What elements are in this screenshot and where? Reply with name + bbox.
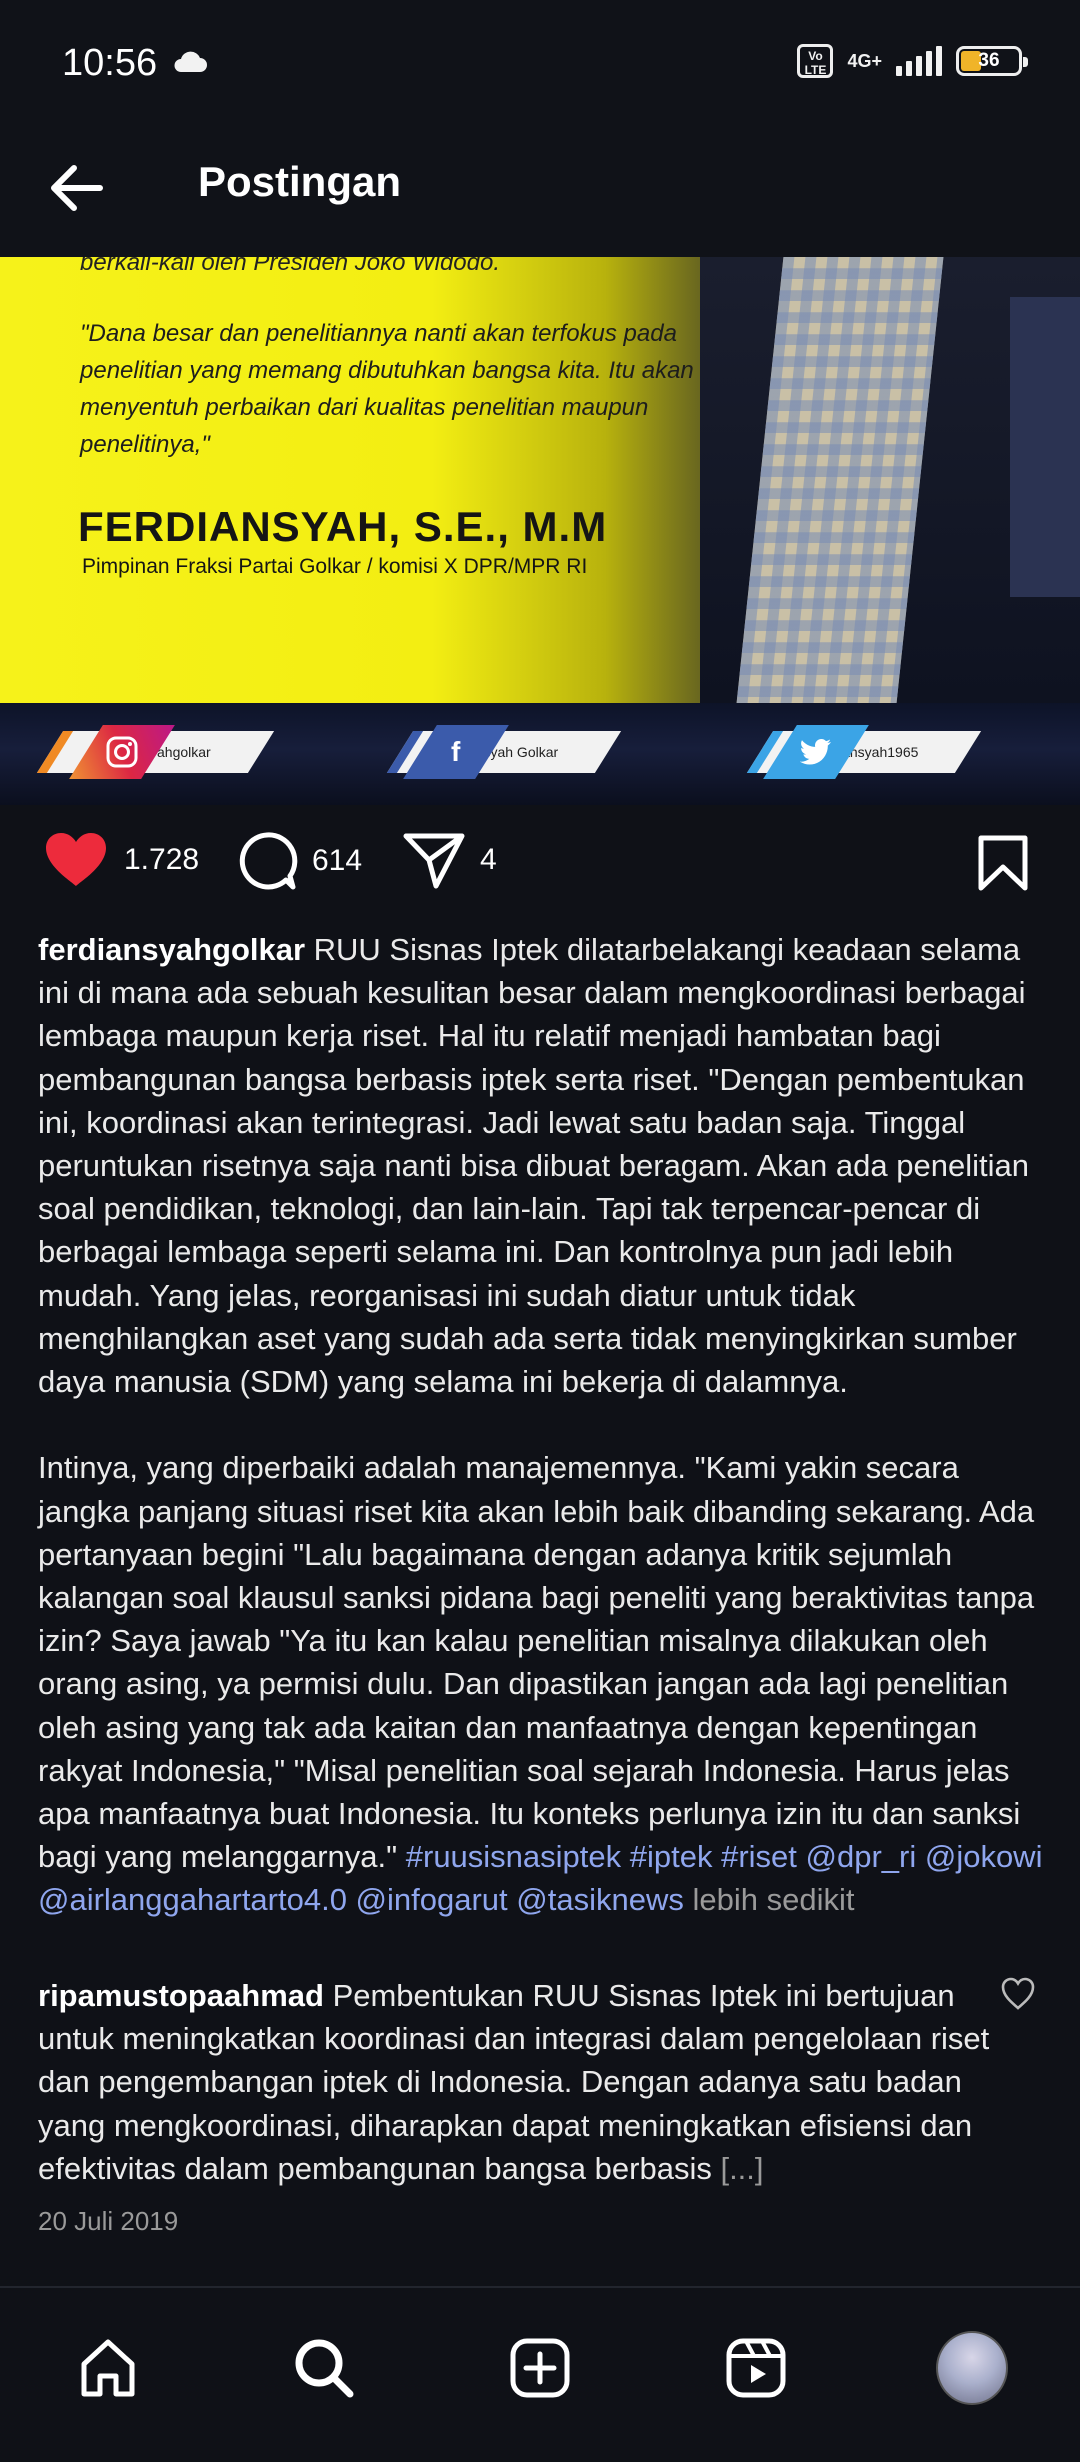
comment-expand[interactable]: [...] — [720, 2151, 763, 2186]
comment-username[interactable]: ripamustopaahmad — [38, 1978, 324, 2013]
arrow-left-icon[interactable] — [40, 152, 112, 224]
send-icon[interactable] — [402, 830, 466, 890]
volte-icon: Vo LTE — [797, 44, 834, 78]
post-actions: 1.728 614 4 — [0, 830, 1080, 910]
comment-item: ripamustopaahmad Pembentukan RUU Sisnas … — [38, 1974, 998, 2190]
share-count: 4 — [480, 843, 497, 876]
nav-search[interactable] — [288, 2332, 360, 2404]
nav-profile[interactable] — [936, 2331, 1008, 2405]
battery-icon: 36 — [956, 46, 1028, 76]
caption-username[interactable]: ferdiansyahgolkar — [38, 932, 305, 967]
like-count: 1.728 — [124, 843, 200, 876]
bottom-navigation — [0, 2286, 1080, 2462]
heart-outline-icon[interactable] — [1000, 1976, 1036, 2012]
speaker-role: Pimpinan Fraksi Partai Golkar / komisi X… — [82, 555, 588, 578]
like-action[interactable]: 1.728 — [42, 830, 199, 890]
top-app-bar: Postingan — [0, 130, 1080, 257]
status-bar: 10:56 Vo LTE 4G+ 36 — [0, 0, 1080, 130]
social-instagram: @ferdiansyahgolkar — [36, 725, 274, 779]
quote-cut-line: berkali-kali oleh Presiden Joko Widodo. — [80, 257, 500, 276]
show-less-link[interactable]: lebih sedikit — [684, 1882, 854, 1917]
battery-level: 36 — [978, 50, 1000, 71]
quote-text: "Dana besar dan penelitiannya nanti akan… — [80, 320, 694, 458]
system-indicators: Vo LTE 4G+ 36 — [797, 44, 1028, 78]
home-icon[interactable] — [76, 2336, 140, 2400]
post-image[interactable]: berkali-kali oleh Presiden Joko Widodo. … — [0, 257, 1080, 805]
heart-icon[interactable] — [42, 830, 110, 890]
comment-icon[interactable] — [236, 830, 298, 892]
social-handles-band: @ferdiansyahgolkar Ferdiansyah Golkar f … — [0, 703, 1080, 805]
clock: 10:56 — [62, 42, 158, 84]
reels-icon[interactable] — [724, 2336, 788, 2400]
social-twitter: @Ferdiansyah1965 — [746, 725, 982, 779]
nav-reels[interactable] — [720, 2332, 792, 2404]
post-date: 20 Juli 2019 — [38, 2206, 179, 2236]
signal-icon — [896, 46, 942, 76]
create-icon[interactable] — [508, 2336, 572, 2400]
speaker-name: FERDIANSYAH, S.E., M.M — [78, 503, 608, 550]
nav-create[interactable] — [504, 2332, 576, 2404]
nav-home[interactable] — [72, 2332, 144, 2404]
caption-text: RUU Sisnas Iptek dilatarbelakangi keadaa… — [38, 932, 1035, 1875]
social-facebook: Ferdiansyah Golkar f — [386, 725, 622, 779]
comment-action[interactable]: 614 — [236, 830, 362, 892]
bookmark-icon[interactable] — [976, 834, 1030, 892]
comment-count: 614 — [312, 844, 363, 877]
jacket-lapel — [1010, 297, 1080, 597]
search-icon[interactable] — [292, 2336, 356, 2400]
quote-graphic: berkali-kali oleh Presiden Joko Widodo. … — [0, 257, 1080, 703]
post-caption: ferdiansyahgolkar RUU Sisnas Iptek dilat… — [38, 928, 1048, 1922]
share-action[interactable]: 4 — [402, 830, 497, 890]
avatar[interactable] — [936, 2331, 1008, 2405]
cloud-icon — [174, 51, 207, 72]
page-title: Postingan — [198, 158, 402, 205]
network-type: 4G+ — [847, 51, 882, 71]
